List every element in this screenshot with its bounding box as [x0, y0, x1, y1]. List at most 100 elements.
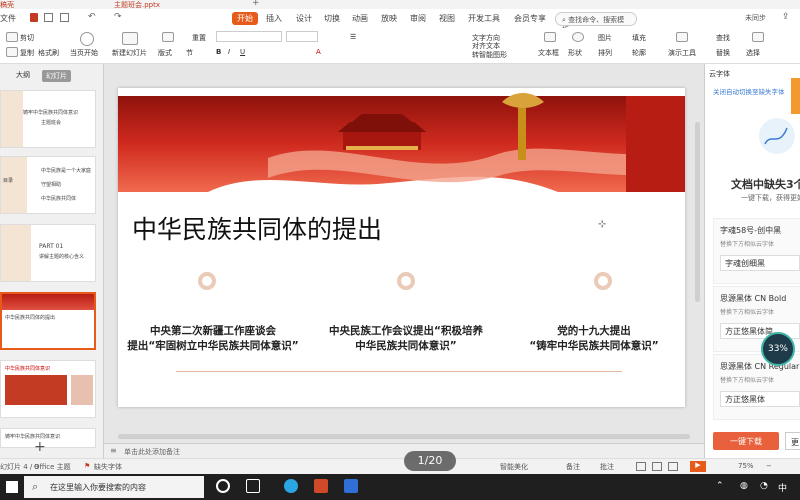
new-slide-icon[interactable]: [122, 32, 138, 45]
slide-thumb-6[interactable]: 铸牢中华民族共同体意识: [0, 428, 96, 448]
font-card-1-alt[interactable]: 字魂创细黑: [720, 255, 800, 271]
timeline-item-2[interactable]: 中央民族工作会议提出“积极培养 中华民族共同体意识”: [316, 324, 496, 354]
command-search[interactable]: ⌕ 查找命令、搜索模板: [555, 12, 637, 34]
section-button[interactable]: 节: [186, 48, 193, 58]
slide-thumb-2[interactable]: 目录 中华民族是一个大家庭 守望相助 中华民族共同体: [0, 156, 96, 214]
slide-thumb-4[interactable]: 中华民族共同体的提出: [0, 292, 96, 350]
normal-view-icon[interactable]: [636, 462, 646, 471]
play-icon[interactable]: [80, 32, 94, 46]
tab-slides[interactable]: 幻灯片: [42, 70, 71, 82]
font-family-select[interactable]: [216, 31, 282, 42]
play-slideshow-button[interactable]: ▶: [690, 461, 706, 472]
textbox-icon[interactable]: [544, 32, 556, 42]
horizontal-scrollbar[interactable]: [118, 432, 690, 440]
wifi-icon[interactable]: ◔: [760, 481, 768, 491]
undo-icon[interactable]: ↶: [88, 12, 96, 22]
browser-icon[interactable]: [284, 479, 298, 493]
tab-outline[interactable]: 大纲: [16, 70, 30, 80]
bullets-button[interactable]: ☰: [350, 33, 356, 41]
underline-button[interactable]: U: [240, 48, 245, 56]
present-tools-button[interactable]: 演示工具: [668, 48, 696, 58]
tab-member[interactable]: 会员专享: [514, 13, 546, 24]
more-button[interactable]: 更: [785, 432, 800, 450]
comments-toggle[interactable]: 批注: [600, 462, 614, 472]
save-icon[interactable]: [30, 13, 38, 22]
reset-button[interactable]: 重置: [192, 33, 206, 43]
smart-beautify-button[interactable]: 智能美化: [500, 462, 528, 472]
doc-tab[interactable]: 稿壳: [0, 0, 14, 9]
arrange-button[interactable]: 排列: [598, 48, 612, 58]
shape-icon[interactable]: [572, 32, 584, 42]
taskbar-search[interactable]: ⌕ 在这里输入你要搜索的内容: [24, 476, 204, 498]
textbox-button[interactable]: 文本框: [538, 48, 559, 58]
font-card-3[interactable]: 思源黑体 CN Regular 替换下方相似云字体 方正悠黑体: [713, 354, 800, 420]
layout-button[interactable]: 版式: [158, 48, 172, 58]
replace-button[interactable]: 替换: [716, 48, 730, 58]
download-all-button[interactable]: 一键下载: [713, 432, 779, 450]
zoom-out-icon[interactable]: −: [766, 462, 772, 470]
shape-button[interactable]: 形状: [568, 48, 582, 58]
timeline-item-1[interactable]: 中央第二次新疆工作座谈会 提出“牢固树立中华民族共同体意识”: [122, 324, 304, 354]
volume-icon[interactable]: ◍: [740, 481, 748, 491]
tab-review[interactable]: 审阅: [410, 13, 426, 24]
open-icon[interactable]: [44, 13, 53, 22]
smart-graphic-button[interactable]: 转智能图形: [472, 50, 507, 60]
font-size-select[interactable]: [286, 31, 318, 42]
notes-toggle[interactable]: 备注: [566, 462, 580, 472]
select-button[interactable]: 选择: [746, 48, 760, 58]
new-tab-icon[interactable]: +: [252, 0, 260, 8]
font-card-1[interactable]: 字魂58号-创中黑 替换下方相似云字体 字魂创细黑: [713, 218, 800, 284]
picture-button[interactable]: 图片: [598, 33, 612, 43]
format-painter-button[interactable]: 格式刷: [38, 48, 59, 58]
font-color-button[interactable]: A: [316, 48, 321, 56]
tab-view[interactable]: 视图: [439, 13, 455, 24]
tab-developer[interactable]: 开发工具: [468, 13, 500, 24]
add-slide-button[interactable]: +: [34, 439, 46, 455]
select-icon[interactable]: [752, 32, 764, 42]
progress-badge[interactable]: 33%: [761, 332, 795, 366]
tab-insert[interactable]: 插入: [266, 13, 282, 24]
menu-file[interactable]: 文件: [0, 13, 16, 24]
new-slide-button[interactable]: 新建幻灯片: [112, 48, 147, 58]
taskbar-search-input[interactable]: 在这里输入你要搜索的内容: [50, 483, 146, 492]
timeline-item-3[interactable]: 党的十九大提出 “铸牢中华民族共同体意识”: [508, 324, 680, 354]
reading-view-icon[interactable]: [668, 462, 678, 471]
windows-start-icon[interactable]: [6, 481, 18, 493]
redo-icon[interactable]: ↷: [114, 12, 122, 22]
play-from-current-button[interactable]: 当页开始: [70, 48, 98, 58]
sync-status[interactable]: 未同步: [745, 13, 766, 23]
current-slide[interactable]: 中华民族共同体的提出 中央第二次新疆工作座谈会 提出“牢固树立中华民族共同体意识…: [118, 88, 685, 407]
present-tools-icon[interactable]: [676, 32, 688, 42]
find-button[interactable]: 查找: [716, 33, 730, 43]
slide-title[interactable]: 中华民族共同体的提出: [132, 210, 382, 246]
auto-switch-link[interactable]: 关闭自动切换至缺失字体: [713, 86, 785, 96]
print-icon[interactable]: [60, 13, 69, 22]
fill-button[interactable]: 填充: [632, 33, 646, 43]
wps-icon[interactable]: [314, 479, 328, 493]
outline-button[interactable]: 轮廓: [632, 48, 646, 58]
cortana-icon[interactable]: [216, 479, 230, 493]
layout-icon[interactable]: [162, 32, 174, 42]
bold-button[interactable]: B: [216, 48, 221, 56]
task-view-icon[interactable]: [246, 479, 260, 493]
font-card-3-alt[interactable]: 方正悠黑体: [720, 391, 800, 407]
slide-thumb-3[interactable]: PART 01 讲解主题的核心含义: [0, 224, 96, 282]
tab-transition[interactable]: 切换: [324, 13, 340, 24]
tab-slideshow[interactable]: 放映: [381, 13, 397, 24]
copy-icon[interactable]: [6, 47, 18, 57]
missing-font-status[interactable]: 缺失字体: [94, 462, 122, 472]
tab-animation[interactable]: 动画: [352, 13, 368, 24]
italic-button[interactable]: I: [228, 48, 230, 56]
file-tab[interactable]: 主题班会.pptx: [114, 0, 160, 9]
zoom-level[interactable]: 75%: [738, 462, 754, 470]
tab-home[interactable]: 开始: [232, 12, 258, 25]
slide-thumb-5[interactable]: 中华民族共同体意识: [0, 360, 96, 418]
sorter-view-icon[interactable]: [652, 462, 662, 471]
cut-icon[interactable]: [6, 32, 18, 42]
notes-placeholder[interactable]: 单击此处添加备注: [124, 447, 180, 457]
share-icon[interactable]: ⇪: [782, 12, 790, 22]
copy-button[interactable]: 复制: [20, 48, 34, 58]
slide-thumb-1[interactable]: 铸牢中华民族共同体意识 主题班会: [0, 90, 96, 148]
network-icon[interactable]: ⌃: [716, 481, 724, 491]
ime-indicator[interactable]: 中: [778, 481, 787, 494]
